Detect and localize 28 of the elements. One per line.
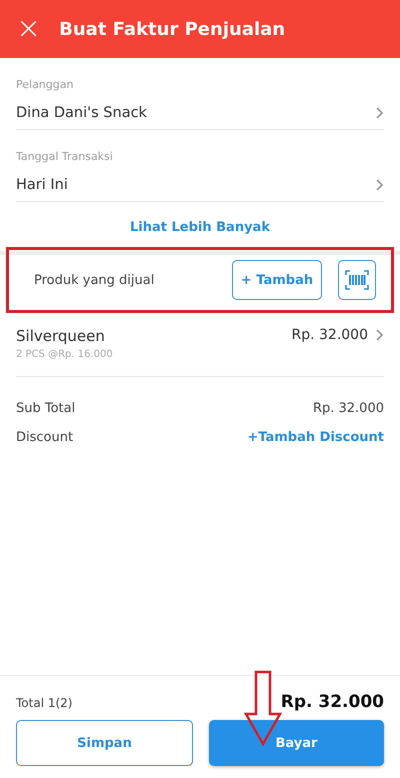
field-label: Tanggal Transaksi [16,150,114,163]
product-name: Silverqueen [16,327,106,345]
page-title: Buat Faktur Penjualan [59,18,286,40]
select-field[interactable]: Hari Ini [16,163,384,202]
barcode-scan-icon [345,270,369,290]
product-detail: 2 PCS @Rp. 16.000 [16,349,113,360]
summary-label: Sub Total [16,401,76,416]
summary-label: Discount [16,430,74,445]
field-value: Hari Ini [16,177,68,193]
product-price: Rp. 32.000 [291,327,368,343]
field-value: Dina Dani's Snack [16,105,147,121]
chevron-icon [376,179,384,191]
field-label: Pelanggan [16,78,74,91]
summary-value: Rp. 32.000 [312,401,384,416]
add-discount-link[interactable]: +Tambah Discount [247,430,384,445]
chevron-icon [376,107,384,119]
product-row[interactable]: Silverqueen 2 PCS @Rp. 16.000 Rp. 32.000 [16,313,384,377]
add-button[interactable]: + Tambah [232,260,322,300]
close-button[interactable]: × [16,14,42,44]
scan-button[interactable] [338,260,376,300]
total-value: Rp. 32.000 [280,692,384,712]
total-label: Total 1(2) [16,696,72,710]
see-more-link[interactable]: Lihat Lebih Banyak [130,220,270,235]
save-button[interactable]: Simpan [16,720,193,766]
pay-button[interactable]: Bayar [209,720,384,766]
select-field[interactable]: Dina Dani's Snack [16,91,384,130]
section-label: Produk yang dijual [34,272,156,288]
chevron-icon [376,329,384,341]
